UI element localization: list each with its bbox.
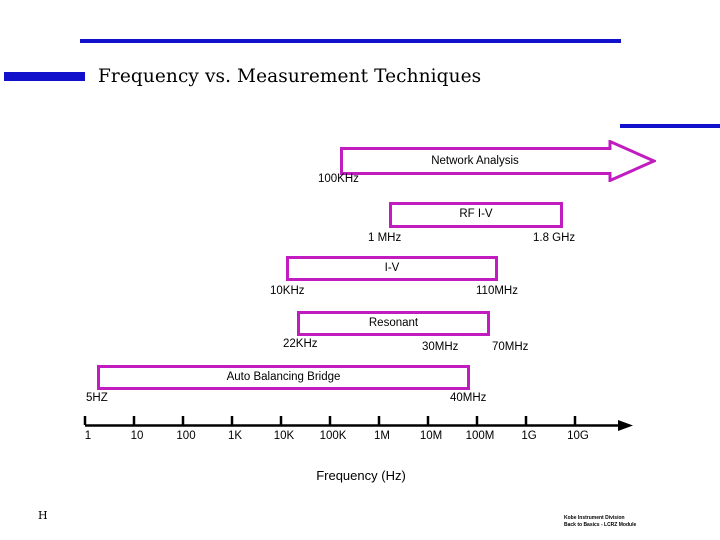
page-mark: H: [38, 509, 48, 522]
technique-band-i-v: I-V: [286, 256, 498, 281]
slide-canvas: Frequency vs. Measurement Techniques Net…: [0, 0, 720, 540]
axis-tick-label-100m: 100M: [465, 430, 495, 442]
footer-credit: Kobe Instrument Division Back to Basics …: [564, 515, 636, 528]
freq-end-auto-balancing-bridge: 40MHz: [450, 392, 487, 404]
freq-start-network-analysis: 100KHz: [318, 173, 359, 185]
axis-tick-label-100: 100: [176, 430, 196, 442]
axis-tick-label-10: 10: [130, 430, 144, 442]
technique-band-rf-i-v: RF I-V: [389, 202, 563, 228]
axis-title: Frequency (Hz): [0, 468, 720, 483]
axis-tick-label-1m: 1M: [374, 430, 390, 442]
technique-band-resonant: Resonant: [297, 311, 490, 336]
frequency-axis: [80, 412, 640, 432]
page-title: Frequency vs. Measurement Techniques: [98, 66, 482, 87]
axis-tick-label-10g: 10G: [567, 430, 589, 442]
technique-label-i-v: I-V: [384, 261, 400, 274]
technique-label-network-analysis: Network Analysis: [431, 155, 519, 167]
freq-start-rf-i-v: 1 MHz: [368, 232, 402, 244]
freq-end-resonant: 70MHz: [492, 341, 529, 353]
freq-start-i-v: 10KHz: [270, 285, 305, 297]
axis-tick-label-10k: 10K: [273, 430, 295, 442]
freq-end-rf-i-v: 1.8 GHz: [533, 232, 576, 244]
axis-title-text: Frequency (Hz): [316, 468, 406, 483]
technique-band-network-analysis: Network Analysis: [340, 140, 656, 182]
axis-tick-label-1k: 1K: [227, 430, 243, 442]
technique-label-resonant: Resonant: [368, 316, 419, 329]
axis-tick-label-1: 1: [84, 430, 92, 442]
axis-tick-label-10m: 10M: [419, 430, 443, 442]
technique-label-auto-balancing-bridge: Auto Balancing Bridge: [226, 370, 341, 383]
right-blue-rule: [620, 124, 720, 128]
technique-band-auto-balancing-bridge: Auto Balancing Bridge: [97, 365, 470, 390]
freq-start-auto-balancing-bridge: 5HZ: [86, 392, 108, 404]
axis-tick-label-100k: 100K: [319, 430, 347, 442]
axis-tick-label-1g: 1G: [521, 430, 537, 442]
freq-mid-resonant: 30MHz: [422, 341, 459, 353]
footer-credit-line2: Back to Basics - LCRZ Module: [564, 521, 637, 528]
freq-start-resonant: 22KHz: [283, 338, 318, 350]
freq-end-i-v: 110MHz: [476, 285, 518, 297]
top-blue-rule: [80, 39, 621, 43]
technique-label-rf-i-v: RF I-V: [459, 208, 493, 221]
title-accent-bar: [4, 72, 85, 81]
